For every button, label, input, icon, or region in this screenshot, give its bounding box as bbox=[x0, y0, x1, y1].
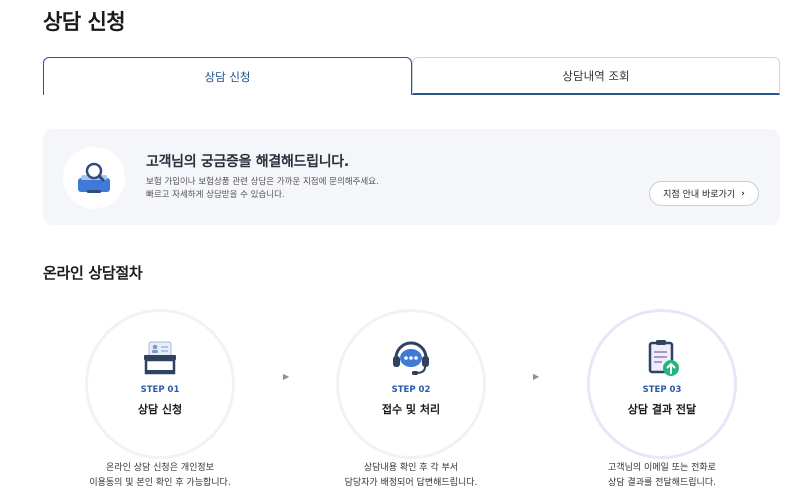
step-number: STEP 01 bbox=[140, 385, 180, 395]
step-name: 상담 결과 전달 bbox=[627, 403, 697, 416]
info-desc-line: 보험 가입이나 보험상품 관련 상담은 가까운 지점에 문의해주세요. bbox=[146, 177, 379, 187]
step-desc-line: 담당자가 배정되어 답변해드립니다. bbox=[344, 478, 478, 488]
branch-guide-button[interactable]: 지점 안내 바로가기 › bbox=[649, 181, 759, 206]
info-title: 고객님의 궁금증을 해결해드립니다. bbox=[146, 154, 349, 170]
info-description: 보험 가입이나 보험상품 관련 상담은 가까운 지점에 문의해주세요. 빠르고 … bbox=[146, 176, 379, 202]
tab-consult-history[interactable]: 상담내역 조회 bbox=[412, 57, 780, 95]
step-description-3: 고객님의 이메일 또는 전화로 상담 결과를 전달해드립니다. bbox=[552, 461, 772, 491]
step-arrow-icon: ▶ bbox=[533, 372, 540, 381]
step-card-3: STEP 03 상담 결과 전달 bbox=[587, 309, 737, 459]
step-desc-line: 고객님의 이메일 또는 전화로 bbox=[608, 463, 716, 473]
tab-label: 상담내역 조회 bbox=[562, 68, 630, 83]
step-arrow-icon: ▶ bbox=[283, 372, 290, 381]
clipboard-upload-icon bbox=[648, 340, 679, 376]
page-title: 상담 신청 bbox=[43, 10, 126, 34]
application-form-icon bbox=[144, 341, 176, 375]
step-desc-line: 이용동의 및 본인 확인 후 가능합니다. bbox=[89, 478, 231, 488]
tab-label: 상담 신청 bbox=[204, 69, 251, 84]
search-mailbox-icon bbox=[78, 162, 110, 193]
step-desc-line: 온라인 상담 신청은 개인정보 bbox=[106, 463, 214, 473]
step-desc-line: 상담내용 확인 후 각 부서 bbox=[363, 463, 459, 473]
info-icon-circle bbox=[63, 147, 125, 209]
tab-bar: 상담 신청 상담내역 조회 bbox=[43, 57, 780, 95]
step-desc-line: 상담 결과를 전달해드립니다. bbox=[608, 478, 716, 488]
step-description-1: 온라인 상담 신청은 개인정보 이용동의 및 본인 확인 후 가능합니다. bbox=[50, 461, 270, 491]
step-name: 접수 및 처리 bbox=[381, 403, 441, 416]
chevron-right-icon: › bbox=[741, 188, 745, 199]
step-card-2: STEP 02 접수 및 처리 bbox=[336, 309, 486, 459]
step-description-2: 상담내용 확인 후 각 부서 담당자가 배정되어 답변해드립니다. bbox=[301, 461, 521, 491]
step-name: 상담 신청 bbox=[137, 403, 183, 416]
step-card-1: STEP 01 상담 신청 bbox=[85, 309, 235, 459]
procedure-title: 온라인 상담절차 bbox=[43, 264, 143, 282]
branch-guide-label: 지점 안내 바로가기 bbox=[663, 190, 736, 200]
info-desc-line: 빠르고 자세하게 상담받을 수 있습니다. bbox=[146, 190, 285, 200]
info-banner: 고객님의 궁금증을 해결해드립니다. 보험 가입이나 보험상품 관련 상담은 가… bbox=[43, 129, 780, 225]
step-number: STEP 02 bbox=[391, 385, 431, 395]
step-number: STEP 03 bbox=[642, 385, 682, 395]
headset-chat-icon bbox=[393, 341, 429, 375]
tab-consult-apply[interactable]: 상담 신청 bbox=[43, 57, 412, 95]
